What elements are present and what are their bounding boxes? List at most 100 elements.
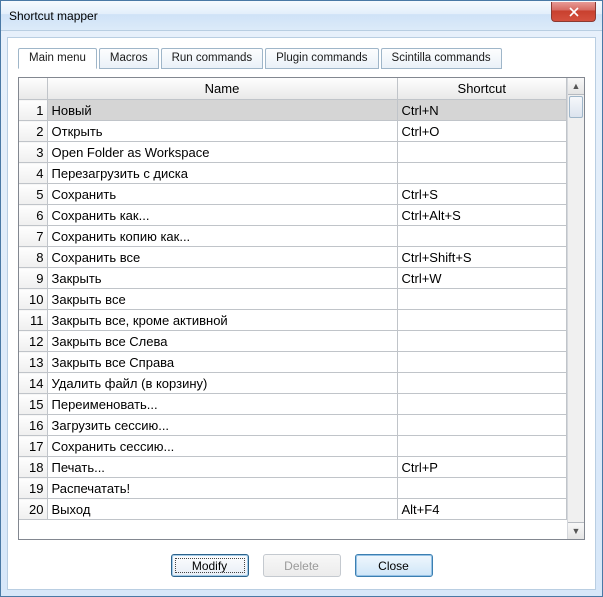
name-cell[interactable]: Open Folder as Workspace (47, 142, 397, 163)
table-row[interactable]: 15Переименовать... (19, 394, 567, 415)
row-number-cell[interactable]: 11 (19, 310, 47, 331)
shortcut-cell[interactable]: Ctrl+Alt+S (397, 205, 567, 226)
tab-scintilla-commands[interactable]: Scintilla commands (381, 48, 502, 69)
shortcut-cell[interactable] (397, 373, 567, 394)
window-close-button[interactable] (551, 2, 596, 22)
shortcut-cell[interactable]: Ctrl+O (397, 121, 567, 142)
table-row[interactable]: 12Закрыть все Слева (19, 331, 567, 352)
row-number-cell[interactable]: 13 (19, 352, 47, 373)
shortcut-cell[interactable] (397, 142, 567, 163)
table-row[interactable]: 17Сохранить сессию... (19, 436, 567, 457)
row-number-cell[interactable]: 4 (19, 163, 47, 184)
shortcut-cell[interactable] (397, 163, 567, 184)
scroll-up-arrow-icon[interactable]: ▲ (568, 78, 584, 95)
name-cell[interactable]: Закрыть все Слева (47, 331, 397, 352)
table-row[interactable]: 5СохранитьCtrl+S (19, 184, 567, 205)
table-row[interactable]: 3Open Folder as Workspace (19, 142, 567, 163)
table-row[interactable]: 10Закрыть все (19, 289, 567, 310)
table-row[interactable]: 4Перезагрузить с диска (19, 163, 567, 184)
table-row[interactable]: 6Сохранить как...Ctrl+Alt+S (19, 205, 567, 226)
row-number-cell[interactable]: 12 (19, 331, 47, 352)
row-number-cell[interactable]: 3 (19, 142, 47, 163)
shortcut-cell[interactable] (397, 352, 567, 373)
titlebar: Shortcut mapper (1, 1, 602, 31)
scroll-down-arrow-icon[interactable]: ▼ (568, 522, 584, 539)
row-number-cell[interactable]: 16 (19, 415, 47, 436)
row-number-cell[interactable]: 1 (19, 100, 47, 121)
shortcut-cell[interactable] (397, 310, 567, 331)
column-header-name[interactable]: Name (47, 78, 397, 100)
name-cell[interactable]: Сохранить копию как... (47, 226, 397, 247)
name-cell[interactable]: Перезагрузить с диска (47, 163, 397, 184)
vertical-scrollbar[interactable]: ▲ ▼ (567, 78, 584, 539)
shortcut-cell[interactable] (397, 478, 567, 499)
shortcut-cell[interactable]: Ctrl+W (397, 268, 567, 289)
row-number-cell[interactable]: 9 (19, 268, 47, 289)
row-number-cell[interactable]: 19 (19, 478, 47, 499)
row-number-cell[interactable]: 2 (19, 121, 47, 142)
modify-button[interactable]: Modify (171, 554, 249, 577)
row-number-cell[interactable]: 17 (19, 436, 47, 457)
tab-run-commands[interactable]: Run commands (161, 48, 264, 69)
name-cell[interactable]: Переименовать... (47, 394, 397, 415)
name-cell[interactable]: Закрыть все, кроме активной (47, 310, 397, 331)
shortcut-cell[interactable]: Alt+F4 (397, 499, 567, 520)
column-header-shortcut[interactable]: Shortcut (397, 78, 567, 100)
row-number-cell[interactable]: 15 (19, 394, 47, 415)
row-number-cell[interactable]: 20 (19, 499, 47, 520)
table-row[interactable]: 16Загрузить сессию... (19, 415, 567, 436)
name-cell[interactable]: Закрыть все Справа (47, 352, 397, 373)
name-cell[interactable]: Новый (47, 100, 397, 121)
close-icon (568, 7, 580, 17)
shortcut-cell[interactable]: Ctrl+N (397, 100, 567, 121)
table-row[interactable]: 1НовыйCtrl+N (19, 100, 567, 121)
name-cell[interactable]: Сохранить сессию... (47, 436, 397, 457)
shortcut-cell[interactable]: Ctrl+P (397, 457, 567, 478)
name-cell[interactable]: Печать... (47, 457, 397, 478)
name-cell[interactable]: Загрузить сессию... (47, 415, 397, 436)
name-cell[interactable]: Распечатать! (47, 478, 397, 499)
close-button[interactable]: Close (355, 554, 433, 577)
name-cell[interactable]: Сохранить все (47, 247, 397, 268)
tab-macros[interactable]: Macros (99, 48, 159, 69)
row-number-cell[interactable]: 14 (19, 373, 47, 394)
name-cell[interactable]: Закрыть (47, 268, 397, 289)
table-row[interactable]: 9ЗакрытьCtrl+W (19, 268, 567, 289)
scroll-track[interactable] (568, 95, 584, 522)
tab-main-menu[interactable]: Main menu (18, 48, 97, 69)
shortcut-cell[interactable] (397, 331, 567, 352)
table-row[interactable]: 19Распечатать! (19, 478, 567, 499)
table-row[interactable]: 7Сохранить копию как... (19, 226, 567, 247)
name-cell[interactable]: Выход (47, 499, 397, 520)
shortcut-cell[interactable] (397, 436, 567, 457)
row-number-cell[interactable]: 5 (19, 184, 47, 205)
name-cell[interactable]: Открыть (47, 121, 397, 142)
scroll-thumb[interactable] (569, 96, 583, 118)
table-row[interactable]: 13Закрыть все Справа (19, 352, 567, 373)
name-cell[interactable]: Удалить файл (в корзину) (47, 373, 397, 394)
shortcut-cell[interactable]: Ctrl+Shift+S (397, 247, 567, 268)
row-number-header[interactable] (19, 78, 47, 100)
table-row[interactable]: 14Удалить файл (в корзину) (19, 373, 567, 394)
row-number-cell[interactable]: 18 (19, 457, 47, 478)
shortcut-cell[interactable] (397, 394, 567, 415)
table-row[interactable]: 20ВыходAlt+F4 (19, 499, 567, 520)
table-row[interactable]: 18Печать...Ctrl+P (19, 457, 567, 478)
shortcut-cell[interactable] (397, 415, 567, 436)
table-header-row: Name Shortcut (19, 78, 567, 100)
row-number-cell[interactable]: 6 (19, 205, 47, 226)
shortcut-cell[interactable]: Ctrl+S (397, 184, 567, 205)
name-cell[interactable]: Закрыть все (47, 289, 397, 310)
name-cell[interactable]: Сохранить как... (47, 205, 397, 226)
row-number-cell[interactable]: 8 (19, 247, 47, 268)
table-row[interactable]: 8Сохранить всеCtrl+Shift+S (19, 247, 567, 268)
tab-plugin-commands[interactable]: Plugin commands (265, 48, 378, 69)
table-row[interactable]: 2ОткрытьCtrl+O (19, 121, 567, 142)
shortcut-mapper-window: Shortcut mapper Main menuMacrosRun comma… (0, 0, 603, 597)
row-number-cell[interactable]: 7 (19, 226, 47, 247)
table-row[interactable]: 11Закрыть все, кроме активной (19, 310, 567, 331)
name-cell[interactable]: Сохранить (47, 184, 397, 205)
shortcut-cell[interactable] (397, 226, 567, 247)
row-number-cell[interactable]: 10 (19, 289, 47, 310)
shortcut-cell[interactable] (397, 289, 567, 310)
